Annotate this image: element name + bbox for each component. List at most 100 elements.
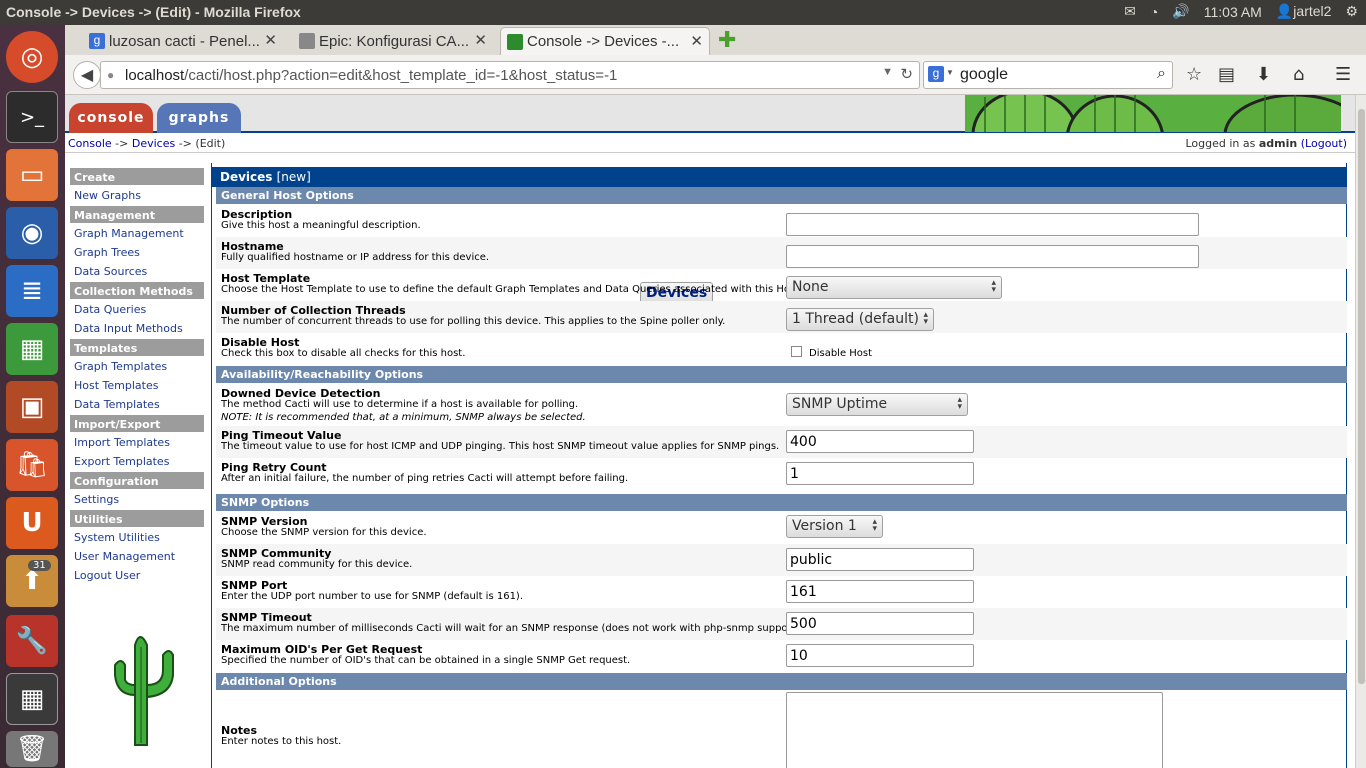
- breadcrumb-console[interactable]: Console: [68, 137, 112, 150]
- menu-icon[interactable]: ☰: [1335, 64, 1351, 85]
- snmp-port-input[interactable]: [786, 580, 974, 603]
- menu-item-data-input-methods[interactable]: Data Input Methods: [70, 320, 204, 339]
- notes-textarea[interactable]: [786, 692, 1163, 768]
- clock[interactable]: 11:03 AM: [1204, 4, 1262, 20]
- disable-host-checkbox-label[interactable]: Disable Host: [809, 348, 872, 359]
- calc-icon[interactable]: ▦: [6, 323, 58, 375]
- close-tab-icon[interactable]: ✕: [690, 32, 703, 50]
- ping-timeout-input[interactable]: [786, 430, 974, 453]
- breadcrumb-bar: Console -> Devices -> (Edit) Logged in a…: [65, 133, 1355, 153]
- tab-graphs[interactable]: graphs: [157, 103, 241, 133]
- tab-console[interactable]: console: [69, 103, 153, 133]
- search-icon[interactable]: ⌕: [1157, 65, 1166, 83]
- wifi-icon[interactable]: ◔: [1150, 4, 1158, 20]
- hostname-input[interactable]: [786, 245, 1199, 268]
- menu-item-host-templates[interactable]: Host Templates: [70, 377, 204, 396]
- user-indicator[interactable]: 👤jartel2: [1276, 3, 1332, 20]
- menu-heading: Management: [70, 206, 204, 223]
- menu-item-data-templates[interactable]: Data Templates: [70, 396, 204, 415]
- browser-tab[interactable]: Epic: Konfigurasi CA... ✕: [293, 27, 493, 55]
- field-help: Fully qualified hostname or IP address f…: [221, 252, 490, 263]
- field-ping-retry: Ping Retry Count After an initial failur…: [216, 458, 1347, 490]
- menu-item-system-utilities[interactable]: System Utilities: [70, 529, 204, 548]
- field-help: Enter notes to this host.: [221, 736, 342, 747]
- menu-item-new-graphs[interactable]: New Graphs: [70, 187, 204, 206]
- field-threads: Number of Collection Threads The number …: [216, 301, 1347, 333]
- menu-item-data-queries[interactable]: Data Queries: [70, 301, 204, 320]
- snmp-version-select[interactable]: Version 1 ▴ ▾: [786, 515, 883, 538]
- browser-tab[interactable]: g luzosan cacti - Penel... ✕: [83, 27, 283, 55]
- writer-icon[interactable]: ≣: [6, 265, 58, 317]
- downed-detection-select[interactable]: SNMP Uptime ▴ ▾: [786, 393, 968, 416]
- field-max-oids: Maximum OID's Per Get Request Specified …: [216, 640, 1347, 672]
- breadcrumb-separator: ->: [111, 137, 132, 150]
- url-bar[interactable]: ● localhost/cacti/host.php?action=edit&ho…: [100, 61, 920, 89]
- reload-icon[interactable]: ↻: [900, 65, 913, 83]
- back-icon[interactable]: ◀: [73, 61, 101, 89]
- snmp-community-input[interactable]: [786, 548, 974, 571]
- menu-heading: Configuration: [70, 472, 204, 489]
- console-menu: Create New Graphs Management Graph Manageme…: [70, 168, 714, 586]
- trash-icon[interactable]: 🗑: [6, 731, 58, 767]
- form-title-text: Devices: [220, 170, 273, 184]
- engine-dropdown-icon[interactable]: ▼: [946, 68, 954, 77]
- select-value: SNMP Uptime: [792, 396, 888, 412]
- system-settings-icon[interactable]: 🔧: [6, 615, 58, 667]
- software-center-icon[interactable]: 🛍: [6, 439, 58, 491]
- close-tab-icon[interactable]: ✕: [474, 31, 487, 49]
- impress-icon[interactable]: ▣: [6, 381, 58, 433]
- new-tab-icon[interactable]: ✚: [718, 28, 736, 53]
- search-bar[interactable]: g ▼ google ⌕: [923, 61, 1173, 89]
- url-host: localhost: [125, 67, 185, 84]
- menu-heading: Import/Export: [70, 415, 204, 432]
- field-help: The number of concurrent threads to use …: [221, 316, 726, 327]
- description-input[interactable]: [786, 213, 1199, 236]
- ubuntu-dash-icon[interactable]: ◎: [6, 31, 58, 83]
- downloads-icon[interactable]: ⬇: [1256, 64, 1271, 85]
- menu-item-data-sources[interactable]: Data Sources: [70, 263, 204, 282]
- scrollbar-thumb[interactable]: [1358, 109, 1365, 684]
- host-template-select[interactable]: None ▴ ▾: [786, 276, 1002, 299]
- login-prefix: Logged in as: [1185, 137, 1259, 150]
- max-oids-input[interactable]: [786, 644, 974, 667]
- workspace-switcher-icon[interactable]: ▦: [6, 673, 58, 725]
- field-help: Choose the Host Template to use to defin…: [221, 284, 803, 295]
- menu-item-import-templates[interactable]: Import Templates: [70, 434, 204, 453]
- device-edit-form: Devices [new] General Host Options Descr…: [211, 163, 1347, 768]
- disable-host-checkbox[interactable]: [791, 346, 802, 357]
- terminal-icon[interactable]: >_: [6, 91, 58, 143]
- ping-retry-input[interactable]: [786, 462, 974, 485]
- menu-item-graph-management[interactable]: Graph Management: [70, 225, 204, 244]
- menu-item-export-templates[interactable]: Export Templates: [70, 453, 204, 472]
- close-tab-icon[interactable]: ✕: [264, 31, 277, 49]
- menu-item-graph-templates[interactable]: Graph Templates: [70, 358, 204, 377]
- login-status: Logged in as admin (Logout): [1186, 137, 1348, 150]
- logout-link[interactable]: (Logout): [1301, 137, 1347, 150]
- field-note: NOTE: It is recommended that, at a minim…: [221, 412, 586, 423]
- browser-tab-active[interactable]: Console -> Devices -... ✕: [500, 27, 710, 55]
- bookmarks-menu-icon[interactable]: ▤: [1218, 64, 1235, 85]
- menu-item-graph-trees[interactable]: Graph Trees: [70, 244, 204, 263]
- snmp-timeout-input[interactable]: [786, 612, 974, 635]
- files-icon[interactable]: ▭: [6, 149, 58, 201]
- menu-item-settings[interactable]: Settings: [70, 491, 204, 510]
- mail-icon[interactable]: ✉: [1124, 3, 1136, 20]
- page-scrollbar[interactable]: [1355, 95, 1366, 768]
- menu-item-logout-user[interactable]: Logout User: [70, 567, 204, 586]
- ubuntu-one-icon[interactable]: U: [6, 497, 58, 549]
- breadcrumb-devices[interactable]: Devices: [132, 137, 175, 150]
- url-dropdown-icon[interactable]: ▼: [882, 66, 893, 78]
- section-snmp: SNMP Options: [216, 494, 1347, 511]
- volume-icon[interactable]: 🔊: [1172, 3, 1189, 20]
- home-icon[interactable]: ⌂: [1293, 64, 1304, 85]
- search-value: google: [960, 66, 1009, 83]
- cacti-banner-image: [965, 95, 1341, 132]
- bookmark-star-icon[interactable]: ☆: [1186, 64, 1202, 85]
- firefox-icon[interactable]: ◉: [6, 207, 58, 259]
- settings-gear-icon[interactable]: ⚙: [1345, 3, 1358, 20]
- threads-select[interactable]: 1 Thread (default) ▴ ▾: [786, 308, 934, 331]
- unity-launcher: ◎ >_ ▭ ◉ ≣ ▦ ▣ 🛍 U ⬆ 31 🔧 ▦ 🗑: [0, 25, 65, 768]
- menu-item-user-management[interactable]: User Management: [70, 548, 204, 567]
- select-value: Version 1: [792, 518, 857, 534]
- google-search-engine-icon[interactable]: g: [928, 66, 944, 82]
